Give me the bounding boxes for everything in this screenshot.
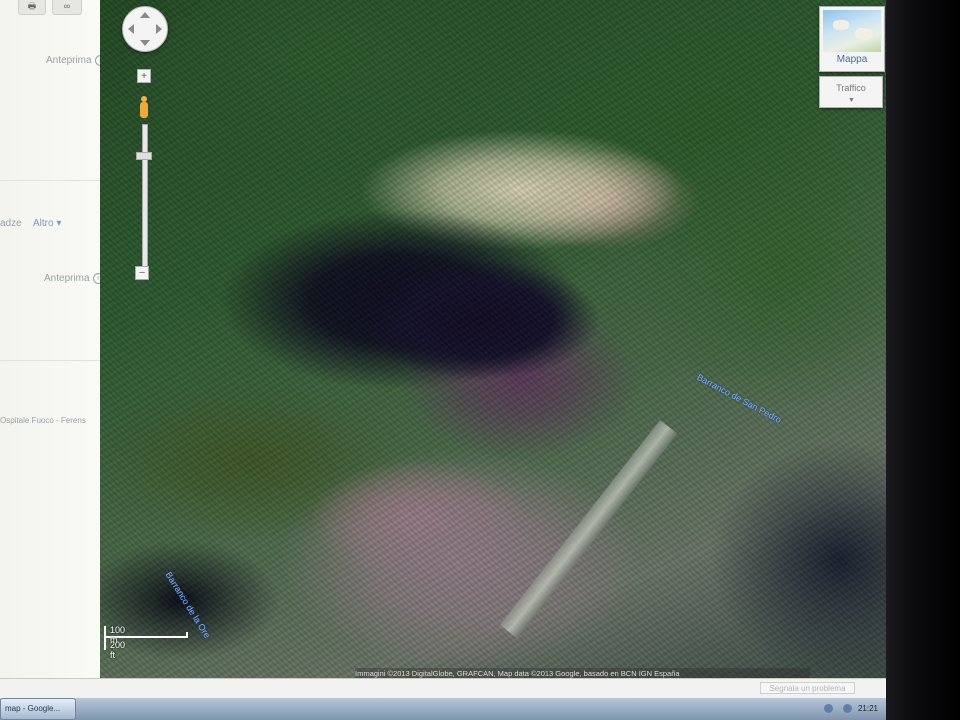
zoom-out-button[interactable]: – bbox=[135, 266, 149, 280]
zoom-slider-track[interactable] bbox=[142, 124, 148, 276]
pan-down-icon[interactable] bbox=[140, 40, 150, 46]
scale-imperial: 200 ft bbox=[110, 640, 126, 660]
zoom-slider-handle[interactable] bbox=[136, 152, 152, 160]
zoom-in-button[interactable]: + bbox=[137, 69, 151, 83]
monitor-bezel bbox=[886, 0, 960, 720]
map-type-button[interactable]: Mappa bbox=[819, 6, 885, 72]
volume-icon[interactable] bbox=[842, 704, 852, 714]
pegman-body bbox=[140, 102, 148, 118]
scale-tick bbox=[104, 626, 106, 650]
divider bbox=[0, 360, 106, 361]
chevron-down-icon: ▼ bbox=[848, 97, 855, 104]
pan-left-icon[interactable] bbox=[128, 24, 134, 34]
pegman-icon[interactable] bbox=[139, 96, 149, 120]
panel-toolbar: 🖶 ∞ bbox=[0, 0, 106, 15]
satellite-map[interactable] bbox=[100, 0, 890, 678]
pan-control[interactable] bbox=[122, 6, 168, 52]
preview-link-1[interactable]: Anteprimai bbox=[46, 55, 106, 66]
report-problem-link[interactable]: Segnala un problema bbox=[760, 682, 855, 694]
thumbnail-land bbox=[833, 20, 849, 30]
network-icon[interactable] bbox=[823, 704, 833, 714]
result-snippet: Ospitale Fuoco - Ferens bbox=[0, 416, 86, 425]
results-panel: 🖶 ∞ Anteprimai adze Altro ▾ Anteprimai O… bbox=[0, 0, 107, 678]
map-thumbnail bbox=[823, 10, 881, 52]
preview-link-2[interactable]: Anteprima i bbox=[44, 273, 104, 284]
scale-tick bbox=[186, 632, 188, 638]
more-link[interactable]: Altro ▾ bbox=[33, 218, 61, 229]
thumbnail-land bbox=[855, 28, 873, 40]
print-icon: 🖶 bbox=[27, 1, 37, 11]
traffic-button[interactable]: Traffico ▼ bbox=[819, 76, 883, 108]
taskbar-window-button[interactable]: map - Google... bbox=[0, 698, 76, 720]
screen: 🖶 ∞ Anteprimai adze Altro ▾ Anteprimai O… bbox=[0, 0, 960, 720]
map-type-label: Mappa bbox=[836, 54, 868, 65]
preview-label: Anteprima bbox=[46, 55, 92, 67]
divider bbox=[0, 180, 106, 181]
pan-right-icon[interactable] bbox=[156, 24, 162, 34]
map-texture bbox=[100, 0, 890, 678]
print-button[interactable]: 🖶 bbox=[18, 0, 46, 15]
partial-text: adze bbox=[0, 218, 22, 229]
preview-label: Anteprima bbox=[44, 273, 90, 285]
link-button[interactable]: ∞ bbox=[52, 0, 82, 15]
clock: 21:21 bbox=[857, 704, 878, 713]
taskbar: map - Google... 21:21 bbox=[0, 698, 886, 720]
system-tray: 21:21 bbox=[820, 698, 878, 720]
link-icon: ∞ bbox=[63, 1, 71, 11]
pan-up-icon[interactable] bbox=[140, 12, 150, 18]
traffic-label: Traffico bbox=[836, 83, 866, 93]
